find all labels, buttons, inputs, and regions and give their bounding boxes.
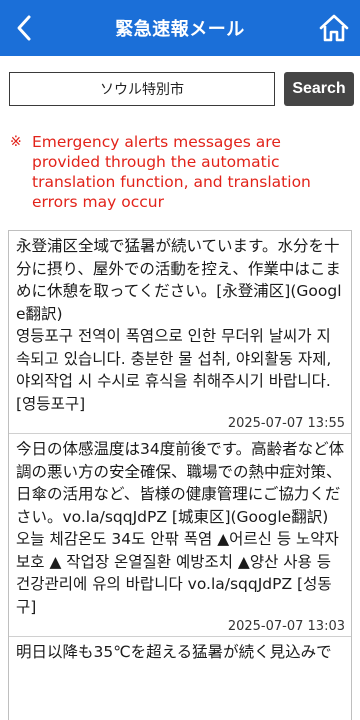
chevron-left-icon [17, 15, 31, 41]
notice-text: Emergency alerts messages are provided t… [32, 133, 311, 211]
alert-message-list[interactable]: 永登浦区全域で猛暑が続いています。水分を十分に摂り、屋外での活動を控え、作業中は… [8, 230, 352, 720]
page-title: 緊急速報メール [115, 19, 245, 40]
search-button[interactable]: Search [284, 72, 354, 106]
alert-message-text: 永登浦区全域で猛暑が続いています。水分を十分に摂り、屋外での活動を控え、作業中は… [16, 237, 342, 413]
home-button[interactable] [316, 10, 352, 46]
alert-message-text: 明日以降も35℃を超える猛暑が続く見込みで [16, 643, 332, 661]
search-bar: Search [9, 72, 354, 106]
alert-message-text: 今日の体感温度は34度前後です。高齢者など体調の悪い方の安全確保、職場での熱中症… [16, 440, 345, 616]
home-icon [319, 14, 349, 42]
app-header: 緊急速報メール [0, 0, 360, 56]
search-input[interactable] [9, 72, 275, 106]
back-button[interactable] [10, 12, 38, 44]
alert-message[interactable]: 永登浦区全域で猛暑が続いています。水分を十分に摂り、屋外での活動を控え、作業中は… [9, 231, 351, 434]
notice-mark: ※ [10, 134, 22, 150]
alert-message[interactable]: 今日の体感温度は34度前後です。高齢者など体調の悪い方の安全確保、職場での熱中症… [9, 434, 351, 637]
translation-notice: ※ Emergency alerts messages are provided… [10, 132, 350, 212]
alert-message[interactable]: 明日以降も35℃を超える猛暑が続く見込みで [9, 637, 351, 664]
alert-message-time: 2025-07-07 13:55 [227, 416, 345, 431]
alert-message-time: 2025-07-07 13:03 [227, 619, 345, 634]
